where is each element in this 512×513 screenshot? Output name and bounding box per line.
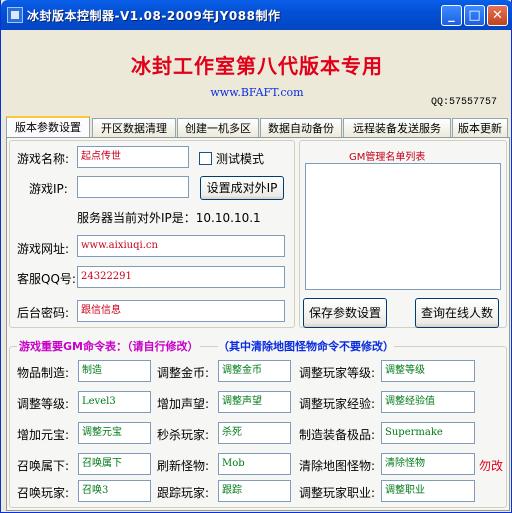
command-label: 秒杀玩家: (157, 428, 210, 442)
qq-field[interactable]: 24322291 (77, 266, 285, 288)
tab-version-update[interactable]: 版本更新 (452, 118, 508, 138)
gm-list-title: GM管理名单列表 (347, 148, 428, 163)
command-field[interactable]: 调整等级 (381, 360, 475, 382)
tab-version-settings[interactable]: 版本参数设置 (6, 116, 90, 138)
commands-title: 游戏重要GM命令表：（请自行修改） (17, 338, 201, 354)
command-field[interactable]: 召唤3 (78, 480, 151, 502)
command-field[interactable]: 清除怪物 (381, 453, 475, 475)
command-label: 调整玩家职业: (299, 486, 376, 500)
server-ip-text: 服务器当前对外IP是：10.10.10.1 (77, 211, 261, 225)
backend-password-label: 后台密码: (17, 306, 70, 320)
command-field[interactable]: Level3 (78, 391, 151, 413)
command-label: 调整等级: (17, 397, 70, 411)
banner-title: 冰封工作室第八代版本专用 (131, 54, 383, 78)
app-icon (7, 7, 23, 23)
banner-qq: QQ:57557757 (430, 97, 497, 108)
command-label: 调整金币: (157, 366, 210, 380)
command-label: 增加元宝: (17, 428, 70, 442)
command-field[interactable]: 跟踪 (218, 480, 291, 502)
command-field[interactable]: Mob (218, 453, 291, 475)
command-label: 增加声望: (157, 397, 210, 411)
command-label: 调整玩家经验: (299, 397, 376, 411)
command-field[interactable]: 调整金币 (218, 360, 291, 382)
game-name-field[interactable]: 起点传世 (77, 146, 189, 168)
command-label: 召唤属下: (17, 459, 70, 473)
command-field[interactable]: 调整职业 (381, 480, 475, 502)
tab-remote-equipment[interactable]: 远程装备发送服务 (343, 118, 451, 138)
command-label: 召唤玩家: (17, 486, 70, 500)
command-label: 物品制造: (17, 366, 70, 380)
window-title: 冰封版本控制器-V1.08-2009年JY088制作 (27, 9, 281, 23)
commands-note: （其中清除地图怪物命令不要修改） (218, 338, 394, 354)
save-settings-button[interactable]: 保存参数设置 (303, 298, 387, 328)
tab-bar: 版本参数设置 开区数据清理 创建一机多区 数据自动备份 远程装备发送服务 版本更… (6, 116, 510, 138)
banner: 冰封工作室第八代版本专用 www.BFAFT.com QQ:57557757 (7, 34, 507, 112)
tab-multi-server[interactable]: 创建一机多区 (177, 118, 259, 138)
game-name-label: 游戏名称: (17, 152, 70, 166)
command-field[interactable]: 召唤属下 (78, 453, 151, 475)
command-field[interactable]: 调整经验值 (381, 391, 475, 413)
close-button[interactable]: ✕ (487, 5, 508, 26)
command-label: 跟踪玩家: (157, 486, 210, 500)
command-field[interactable]: 调整声望 (218, 391, 291, 413)
tab-auto-backup[interactable]: 数据自动备份 (260, 118, 342, 138)
minimize-button[interactable]: _ (441, 5, 462, 26)
command-label: 制造装备极品: (299, 428, 376, 442)
command-field[interactable]: 杀死 (218, 422, 291, 444)
website-label: 游戏网址: (17, 242, 70, 256)
command-label: 调整玩家等级: (299, 366, 376, 380)
test-mode-label: 测试模式 (216, 152, 265, 166)
main-window: 冰封版本控制器-V1.08-2009年JY088制作 _ □ ✕ 冰封工作室第八… (0, 0, 512, 513)
do-not-modify-warning: 勿改 (479, 459, 504, 473)
tab-data-cleanup[interactable]: 开区数据清理 (92, 118, 176, 138)
title-bar[interactable]: 冰封版本控制器-V1.08-2009年JY088制作 _ □ ✕ (1, 0, 512, 30)
website-field[interactable]: www.aixiuqi.cn (77, 235, 285, 257)
close-icon: ✕ (492, 8, 503, 23)
settings-panel: 游戏名称: 起点传世 测试模式 游戏IP: 设置成对外IP 服务器当前对外IP是… (6, 137, 510, 511)
test-mode-checkbox[interactable] (199, 152, 212, 165)
backend-password-field[interactable]: 跟信信息 (77, 300, 285, 322)
maximize-button[interactable]: □ (464, 5, 485, 26)
game-ip-field[interactable] (77, 176, 189, 198)
command-field[interactable]: Supermake (381, 422, 475, 444)
qq-label: 客服QQ号: (17, 272, 76, 286)
command-field[interactable]: 制造 (78, 360, 151, 382)
command-field[interactable]: 调整元宝 (78, 422, 151, 444)
minimize-icon: _ (448, 8, 455, 23)
command-label: 清除地图怪物: (299, 459, 376, 473)
gm-list[interactable] (305, 163, 501, 290)
maximize-icon: □ (468, 8, 481, 23)
game-ip-label: 游戏IP: (29, 182, 68, 196)
command-label: 刷新怪物: (157, 459, 210, 473)
set-external-ip-button[interactable]: 设置成对外IP (200, 176, 284, 200)
query-online-button[interactable]: 查询在线人数 (415, 298, 499, 328)
